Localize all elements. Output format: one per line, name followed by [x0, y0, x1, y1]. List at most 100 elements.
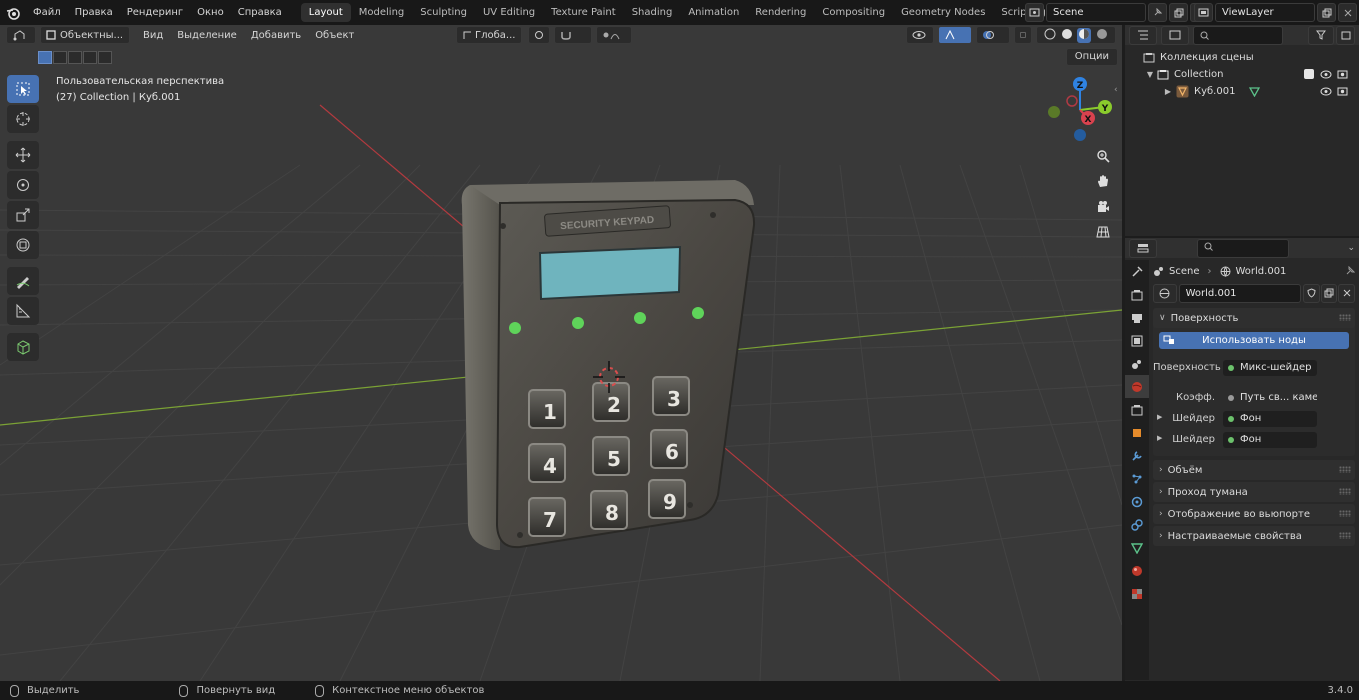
constraints-tab-icon[interactable] [1125, 513, 1149, 536]
navigation-gizmo[interactable]: Z Y X [1048, 77, 1112, 141]
menu-render[interactable]: Рендеринг [120, 0, 190, 25]
expand-object-icon[interactable]: ▶ [1163, 87, 1173, 96]
view-layer-icon[interactable] [1194, 3, 1213, 22]
select-subtract-icon[interactable] [68, 51, 82, 64]
drag-grip-icon[interactable] [1339, 510, 1351, 517]
new-view-layer-icon[interactable] [1317, 3, 1336, 22]
tab-texture-paint[interactable]: Texture Paint [543, 3, 624, 22]
outliner-object-row[interactable]: ▶ Куб.001 [1125, 83, 1359, 100]
object-render-camera-icon[interactable] [1337, 86, 1348, 96]
material-tab-icon[interactable] [1125, 559, 1149, 582]
filter-icon[interactable] [1308, 25, 1334, 45]
move-tool[interactable] [7, 141, 39, 169]
unlink-world-icon[interactable] [1338, 283, 1356, 303]
world-name-field[interactable]: World.001 [1178, 283, 1301, 303]
menu-edit[interactable]: Правка [68, 0, 120, 25]
perspective-toggle-icon[interactable] [1092, 221, 1114, 243]
tab-rendering[interactable]: Rendering [747, 3, 814, 22]
shader-field-2[interactable]: Фон [1223, 431, 1317, 448]
cursor-tool[interactable] [7, 105, 39, 133]
transform-tool[interactable] [7, 231, 39, 259]
object-tab-icon[interactable] [1125, 421, 1149, 444]
tab-geometry-nodes[interactable]: Geometry Nodes [893, 3, 993, 22]
wireframe-shading-icon[interactable] [1044, 28, 1056, 43]
new-world-icon[interactable] [1320, 283, 1338, 303]
menu-add[interactable]: Добавить [244, 30, 308, 41]
shader-field-1[interactable]: Фон [1223, 410, 1317, 427]
drag-grip-icon[interactable] [1339, 314, 1351, 321]
options-button[interactable]: Опции [1065, 48, 1118, 66]
3d-viewport[interactable]: SECURITY KEYPAD 123456789 Z Y X Объектны… [0, 25, 1122, 681]
expand-collection-icon[interactable]: ▼ [1145, 70, 1155, 79]
zoom-icon[interactable] [1092, 145, 1114, 167]
measure-tool[interactable] [7, 297, 39, 325]
tab-compositing[interactable]: Compositing [814, 3, 893, 22]
view-layer-tab-icon[interactable] [1125, 329, 1149, 352]
new-scene-icon[interactable] [1169, 3, 1188, 22]
world-browse-icon[interactable] [1153, 283, 1177, 303]
outliner-search-input[interactable] [1193, 25, 1283, 45]
camera-view-icon[interactable] [1092, 196, 1114, 218]
display-mode-icon[interactable] [1161, 25, 1189, 45]
mist-pass-panel-header[interactable]: › Проход тумана [1153, 482, 1355, 502]
properties-editor-icon[interactable] [1129, 238, 1157, 258]
particles-tab-icon[interactable] [1125, 467, 1149, 490]
new-collection-icon[interactable] [1336, 25, 1355, 45]
gizmo-toggle-icon[interactable] [938, 26, 972, 44]
tab-modeling[interactable]: Modeling [351, 3, 413, 22]
blender-logo-icon[interactable] [0, 0, 26, 25]
annotate-tool[interactable] [7, 267, 39, 295]
select-intersect-icon[interactable] [83, 51, 97, 64]
use-nodes-button[interactable]: Использовать ноды [1159, 332, 1349, 349]
collection-render-camera-icon[interactable] [1337, 69, 1348, 79]
menu-select[interactable]: Выделение [170, 30, 244, 41]
rendered-shading-icon[interactable] [1096, 28, 1108, 43]
expand-shader-2-icon[interactable]: ▶ [1157, 434, 1162, 442]
outliner-collection[interactable]: ▼ Collection [1125, 66, 1359, 83]
select-invert-icon[interactable] [98, 51, 112, 64]
mesh-data-icon[interactable] [1249, 86, 1260, 97]
modifiers-tab-icon[interactable] [1125, 444, 1149, 467]
view-layer-field[interactable]: ViewLayer [1215, 3, 1315, 22]
menu-file[interactable]: Файл [26, 0, 68, 25]
rotate-tool[interactable] [7, 171, 39, 199]
menu-help[interactable]: Справка [231, 0, 289, 25]
snap-icon[interactable] [554, 26, 592, 44]
drag-grip-icon[interactable] [1339, 532, 1351, 539]
outliner-editor-icon[interactable] [1129, 25, 1157, 45]
drag-grip-icon[interactable] [1339, 466, 1351, 473]
sidebar-toggle-icon[interactable]: ‹ [1114, 85, 1122, 97]
select-box-tool[interactable] [7, 75, 39, 103]
collection-checkbox[interactable] [1304, 69, 1314, 79]
world-tab-icon[interactable] [1125, 375, 1149, 398]
menu-view[interactable]: Вид [136, 30, 170, 41]
mode-dropdown[interactable]: Объектны... [40, 26, 130, 44]
output-tab-icon[interactable] [1125, 306, 1149, 329]
solid-shading-icon[interactable] [1061, 28, 1073, 43]
texture-tab-icon[interactable] [1125, 582, 1149, 605]
scene-icon[interactable] [1025, 3, 1044, 22]
fake-user-shield-icon[interactable] [1302, 283, 1320, 303]
tab-sculpting[interactable]: Sculpting [412, 3, 475, 22]
scene-tab-icon[interactable] [1125, 352, 1149, 375]
menu-object[interactable]: Объект [308, 30, 361, 41]
outliner-scene-collection[interactable]: Коллекция сцены [1125, 49, 1359, 66]
surface-panel-header[interactable]: ∨ Поверхность [1153, 308, 1355, 328]
tab-uv-editing[interactable]: UV Editing [475, 3, 543, 22]
factor-field[interactable]: Путь св... камеры [1223, 390, 1317, 406]
physics-tab-icon[interactable] [1125, 490, 1149, 513]
add-cube-tool[interactable] [7, 333, 39, 361]
tool-tab-icon[interactable] [1125, 260, 1149, 283]
properties-options-chevron-icon[interactable]: ⌄ [1347, 243, 1355, 253]
scene-name-field[interactable]: Scene [1046, 3, 1146, 22]
tab-layout[interactable]: Layout [300, 3, 351, 22]
volume-panel-header[interactable]: › Объём [1153, 460, 1355, 480]
collection-visibility-eye-icon[interactable] [1320, 70, 1332, 79]
transform-orientation-dropdown[interactable]: Глоба... [456, 26, 522, 44]
pin-icon[interactable] [1148, 3, 1167, 22]
material-preview-icon[interactable] [1077, 27, 1092, 43]
overlays-icon[interactable] [976, 26, 1010, 44]
select-extend-icon[interactable] [53, 51, 67, 64]
xray-icon[interactable] [1014, 26, 1032, 44]
pin-icon[interactable] [1345, 266, 1355, 276]
